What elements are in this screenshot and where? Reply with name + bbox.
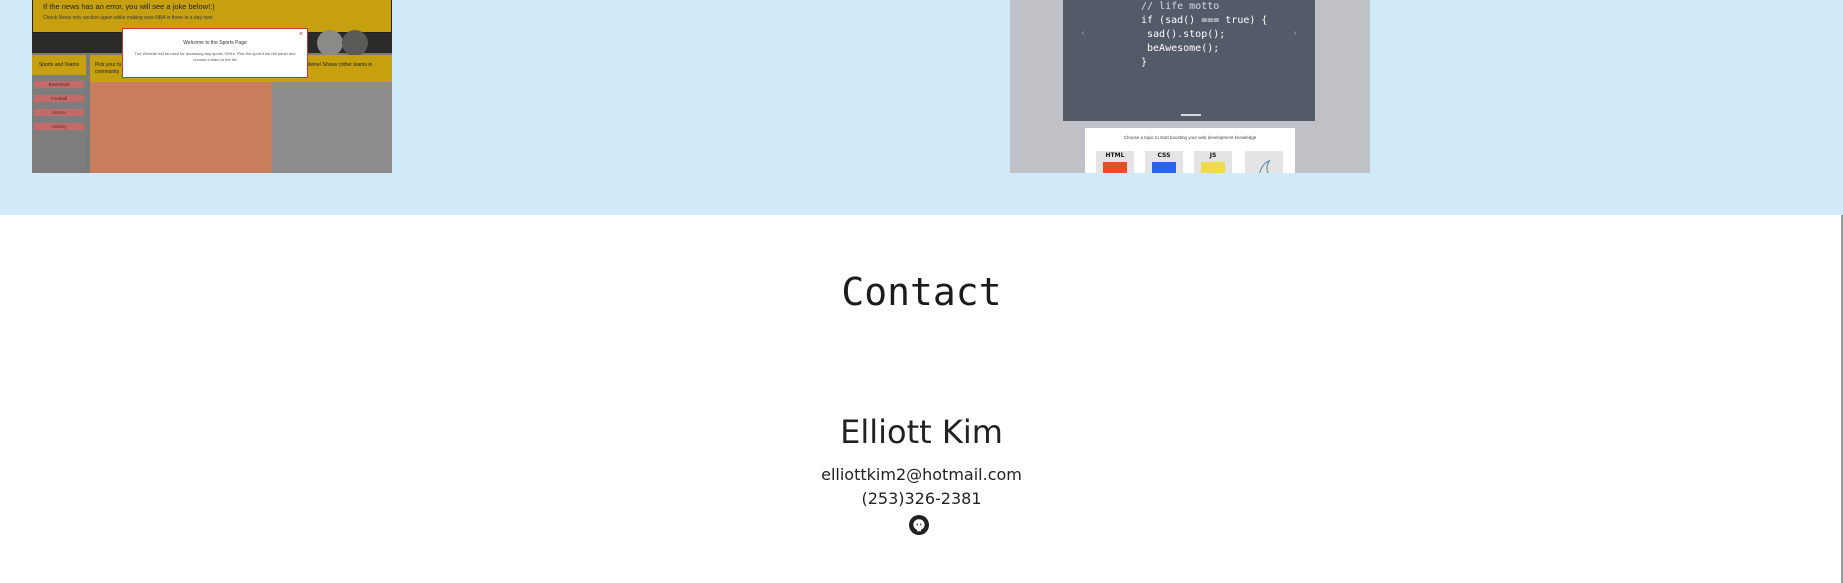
- shows-panel-text: er/Meme/ Shows (other teams in: [300, 62, 373, 68]
- sidebar-item-basketball: Basketball: [34, 81, 84, 88]
- mysql-logo-icon: [1259, 159, 1271, 173]
- ball-image: [317, 30, 343, 56]
- sports-project-thumbnail[interactable]: If the news has an error, you will see a…: [32, 0, 392, 173]
- ball-image: [342, 30, 368, 56]
- code-line: }: [1141, 57, 1148, 68]
- html-logo-icon: [1103, 162, 1127, 173]
- chevron-right-icon: ›: [1293, 28, 1297, 39]
- topic-css: CSS: [1145, 151, 1183, 173]
- js-logo-icon: [1201, 162, 1225, 173]
- teams-panel-text: Pick your fa community: [95, 62, 122, 75]
- css-logo-icon: [1152, 162, 1176, 173]
- modal-title: Welcome to the Sports Page: [183, 40, 247, 46]
- sidebar-item-football: Football: [34, 95, 84, 102]
- contact-heading: Contact: [841, 270, 1002, 314]
- contact-email[interactable]: elliottkim2@hotmail.com: [0, 465, 1843, 484]
- carousel-indicators: [1181, 114, 1201, 116]
- code-line: sad().stop();: [1141, 29, 1226, 40]
- code-snippet: // life motto if (sad() === true) { sad(…: [1141, 0, 1267, 70]
- sidebar-heading: Sports and Teams: [32, 55, 86, 75]
- sports-sidebar: Sports and Teams Basketball Football Soc…: [32, 55, 86, 173]
- topics-card: Choose a topic to start boosting your we…: [1085, 128, 1295, 173]
- topic-html: HTML: [1096, 151, 1134, 173]
- github-icon: [909, 515, 929, 535]
- contact-phone: (253)326-2381: [861, 489, 982, 508]
- close-icon: ×: [298, 31, 303, 38]
- news-banner-title: If the news has an error, you will see a…: [43, 2, 215, 11]
- topic-label: HTML: [1105, 152, 1125, 159]
- topic-label: JS: [1209, 152, 1217, 159]
- code-line: if (sad() === true) {: [1141, 15, 1268, 26]
- code-line: beAwesome();: [1141, 43, 1220, 54]
- code-line: // life motto: [1141, 1, 1220, 12]
- topic-js: JS: [1194, 151, 1232, 173]
- topics-card-text: Choose a topic to start boosting your we…: [1123, 135, 1257, 140]
- webdev-project-thumbnail[interactable]: ‹ › // life motto if (sad() === true) { …: [1010, 0, 1370, 173]
- welcome-modal: × Welcome to the Sports Page The Website…: [122, 28, 308, 78]
- topic-label: CSS: [1157, 152, 1171, 159]
- projects-section: If the news has an error, you will see a…: [0, 0, 1843, 215]
- sidebar-item-soccer: Soccer: [34, 109, 84, 116]
- news-banner-subtitle: Check News only section again while maki…: [43, 15, 213, 21]
- github-link[interactable]: [909, 515, 929, 535]
- sidebar-item-hockey: Hockey: [34, 123, 84, 130]
- modal-body: The Website will be used for accessing a…: [134, 51, 296, 62]
- topic-mysql: [1245, 151, 1283, 173]
- code-carousel: ‹ › // life motto if (sad() === true) { …: [1063, 0, 1315, 121]
- chevron-left-icon: ‹: [1081, 28, 1085, 39]
- contact-name: Elliott Kim: [840, 413, 1003, 451]
